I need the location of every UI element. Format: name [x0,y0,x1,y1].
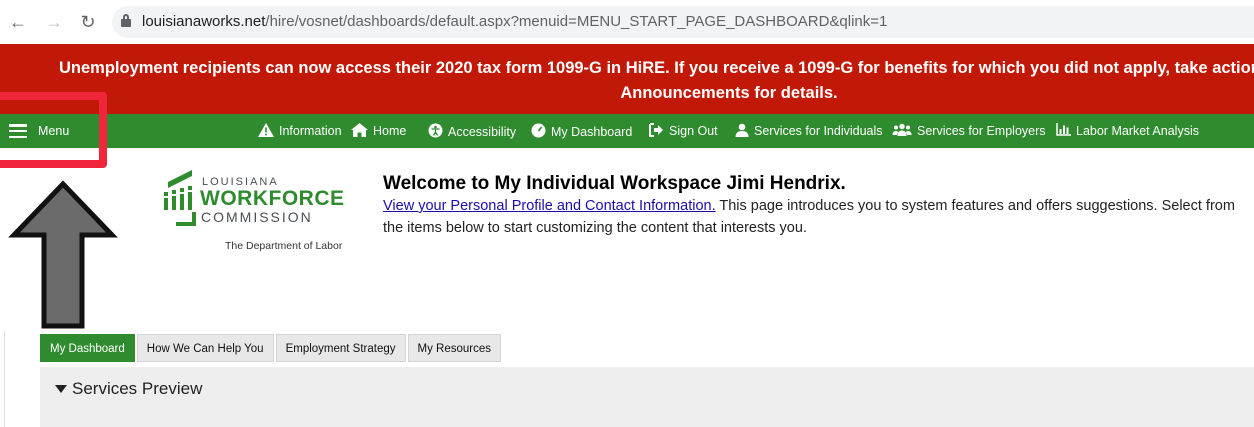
dashboard-icon [531,123,546,140]
dashboard-tabs: My Dashboard How We Can Help You Employm… [40,334,503,362]
welcome-section: Welcome to My Individual Workspace Jimi … [383,173,1243,239]
nav-home[interactable]: Home [351,123,406,139]
lwc-logo-mark [164,170,196,226]
welcome-heading: Welcome to My Individual Workspace Jimi … [383,173,846,194]
tab-my-resources[interactable]: My Resources [407,334,502,362]
lock-icon[interactable] [121,14,131,28]
annotation-arrow [8,180,118,329]
lwc-logo[interactable]: LOUISIANA WORKFORCE COMMISSION The Depar… [160,168,365,258]
nav-sign-out[interactable]: Sign Out [649,123,718,139]
url-text[interactable]: louisianaworks.net/hire/vosnet/dashboard… [142,13,887,30]
accessibility-icon [428,123,443,140]
banner-line-1: Unemployment recipients can now access t… [59,59,1254,77]
nav-accessibility[interactable]: Accessibility [428,123,516,140]
nav-labor-market-analysis[interactable]: Labor Market Analysis [1056,123,1199,138]
arrow-left-icon[interactable]: ← [8,12,28,32]
browser-toolbar: ← → ↻ louisianaworks.net/hire/vosnet/das… [0,0,1254,44]
services-preview-panel[interactable]: Services Preview [40,367,1254,427]
nav-my-dashboard[interactable]: My Dashboard [531,123,632,140]
highlight-box [0,92,107,168]
arrow-right-icon[interactable]: → [44,12,64,32]
user-icon [735,123,749,139]
main-navbar: Menu Information Home Accessibility My D… [0,114,1254,148]
banner-line-2: Announcements for details. [620,84,838,102]
profile-link[interactable]: View your Personal Profile and Contact I… [383,198,716,214]
nav-services-employers[interactable]: Services for Employers [892,123,1046,138]
nav-information[interactable]: Information [258,123,342,139]
tab-my-dashboard[interactable]: My Dashboard [40,334,135,362]
logo-text-commission: COMMISSION [201,209,313,225]
bar-chart-icon [1056,123,1071,138]
tab-employment-strategy[interactable]: Employment Strategy [275,334,406,362]
home-icon [351,123,368,139]
warning-icon [258,123,274,139]
tab-how-we-can-help-you[interactable]: How We Can Help You [136,334,274,362]
services-preview-title[interactable]: Services Preview [72,379,202,399]
reload-icon[interactable]: ↻ [78,12,98,32]
caret-down-icon[interactable] [55,385,67,393]
announcement-banner: Unemployment recipients can now access t… [0,44,1254,114]
nav-services-individuals[interactable]: Services for Individuals [735,123,883,139]
logo-tagline: The Department of Labor [225,240,343,252]
logo-text-workforce: WORKFORCE [200,187,345,210]
left-border [0,331,5,427]
welcome-body: View your Personal Profile and Contact I… [383,195,1243,239]
users-icon [892,123,912,138]
sign-out-icon [649,123,664,139]
